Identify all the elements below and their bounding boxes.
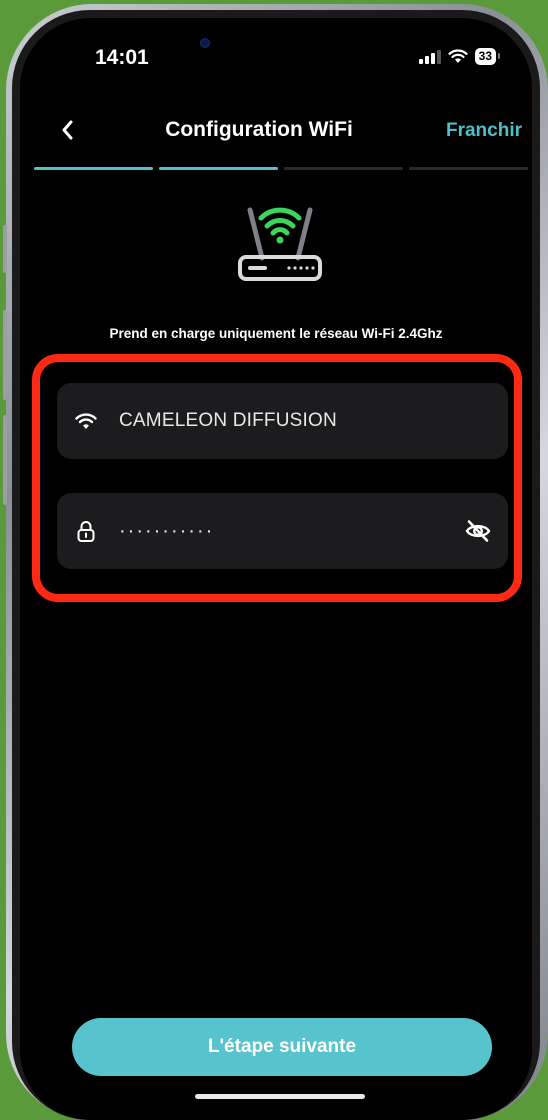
step-progress <box>34 167 528 170</box>
next-step-button[interactable]: L'étape suivante <box>72 1018 492 1076</box>
screen: 14:01 33 Configuration WiFi Franchir Pre… <box>20 18 532 1120</box>
router-wifi-icon <box>238 207 322 281</box>
mic-indicator-icon <box>200 38 210 48</box>
side-button-volume-up <box>3 310 7 400</box>
skip-button[interactable]: Franchir <box>446 120 522 142</box>
cellular-signal-icon <box>418 49 441 64</box>
progress-segment <box>409 167 528 170</box>
status-time: 14:01 <box>95 46 149 69</box>
wifi-support-note: Prend en charge uniquement le réseau Wi-… <box>109 326 443 341</box>
status-icons: 33 <box>418 48 501 65</box>
side-button-silent <box>3 225 7 273</box>
side-button-volume-down <box>3 415 7 505</box>
wifi-status-icon <box>448 49 468 63</box>
progress-segment <box>159 167 278 170</box>
annotation-highlight-box <box>32 354 522 602</box>
battery-icon: 33 <box>474 48 501 65</box>
progress-segment <box>34 167 153 170</box>
progress-segment <box>284 167 403 170</box>
home-indicator[interactable] <box>195 1094 365 1099</box>
